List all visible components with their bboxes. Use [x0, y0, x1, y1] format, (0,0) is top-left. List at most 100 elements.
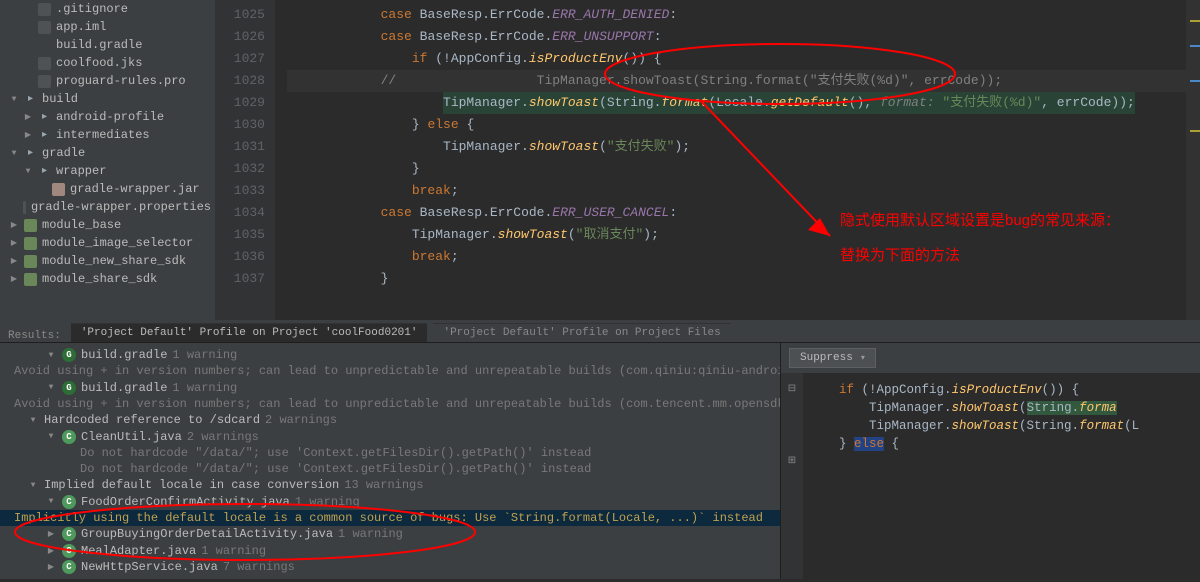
editor-error-stripe[interactable] — [1186, 0, 1200, 320]
code-line[interactable]: } — [287, 268, 1186, 290]
inspection-item[interactable]: Implied default locale in case conversio… — [0, 477, 780, 493]
inspection-item[interactable]: Do not hardcode "/data/"; use 'Context.g… — [0, 445, 780, 461]
code-line[interactable]: case BaseResp.ErrCode.ERR_USER_CANCEL: — [287, 202, 1186, 224]
inspection-preview-panel: Suppress ⊟ ⊞ if (!AppConfig.isProductEnv… — [780, 343, 1200, 579]
tree-item-label: proguard-rules.pro — [56, 74, 186, 88]
tree-item-label: app.iml — [56, 20, 106, 34]
tree-item-label: gradle-wrapper.properties — [31, 200, 211, 214]
tree-item-label: android-profile — [56, 110, 164, 124]
file-type-icon: C — [62, 495, 76, 509]
tree-item[interactable]: .gitignore — [0, 0, 215, 18]
folder-icon: ▸ — [24, 93, 37, 106]
code-line[interactable]: TipManager.showToast("取消支付"); — [287, 224, 1186, 246]
tree-item-label: gradle — [42, 146, 85, 160]
editor-code-area[interactable]: case BaseResp.ErrCode.ERR_AUTH_DENIED: c… — [275, 0, 1186, 320]
preview-gutter: ⊟ ⊞ — [781, 373, 803, 579]
tree-item[interactable]: gradle-wrapper.properties — [0, 198, 215, 216]
tree-item[interactable]: ▸ gradle — [0, 144, 215, 162]
code-line[interactable]: case BaseResp.ErrCode.ERR_UNSUPPORT: — [287, 26, 1186, 48]
code-line[interactable]: // TipManager.showToast(String.format("支… — [287, 70, 1186, 92]
results-label: Results: — [8, 330, 65, 342]
tree-item[interactable]: module_new_share_sdk — [0, 252, 215, 270]
warning-count: 13 warnings — [344, 478, 423, 492]
inspection-item-label: Hardcoded reference to /sdcard — [44, 413, 260, 427]
inspection-item[interactable]: Gbuild.gradle 1 warning — [0, 380, 780, 396]
file-type-icon: G — [62, 381, 76, 395]
inspection-item-label: build.gradle — [81, 381, 167, 395]
inspection-item[interactable]: CGroupBuyingOrderDetailActivity.java 1 w… — [0, 526, 780, 542]
tree-item[interactable]: proguard-rules.pro — [0, 72, 215, 90]
file-icon — [38, 57, 51, 70]
code-line[interactable]: } — [287, 158, 1186, 180]
file-icon — [38, 75, 51, 88]
code-line[interactable]: case BaseResp.ErrCode.ERR_AUTH_DENIED: — [287, 4, 1186, 26]
tree-item[interactable]: module_base — [0, 216, 215, 234]
inspection-item[interactable]: Gbuild.gradle 1 warning — [0, 347, 780, 363]
inspection-item[interactable]: Hardcoded reference to /sdcard 2 warning… — [0, 412, 780, 428]
tree-item[interactable]: app.iml — [0, 18, 215, 36]
suppress-button[interactable]: Suppress — [789, 348, 876, 368]
pkg-icon — [24, 273, 37, 286]
inspection-item[interactable]: Avoid using + in version numbers; can le… — [0, 363, 780, 379]
folder-icon: ▸ — [38, 129, 51, 142]
pkg-icon — [24, 219, 37, 232]
inspection-item-label: Do not hardcode "/data/"; use 'Context.g… — [80, 446, 591, 460]
tree-item-label: module_base — [42, 218, 121, 232]
inspection-item[interactable]: CMealAdapter.java 1 warning — [0, 542, 780, 558]
warning-count: 2 warnings — [187, 430, 259, 444]
file-icon — [23, 201, 26, 214]
inspection-tree[interactable]: Gbuild.gradle 1 warningAvoid using + in … — [0, 343, 780, 579]
tree-item[interactable]: ▸wrapper — [0, 162, 215, 180]
tree-item-label: .gitignore — [56, 2, 128, 16]
tree-item[interactable]: ▸build — [0, 90, 215, 108]
code-line[interactable]: if (!AppConfig.isProductEnv()) { — [287, 48, 1186, 70]
tree-item-label: module_image_selector — [42, 236, 193, 250]
file-icon — [38, 3, 51, 16]
warning-count: 1 warning — [172, 348, 237, 362]
inspection-item[interactable]: Do not hardcode "/data/"; use 'Context.g… — [0, 461, 780, 477]
code-line[interactable]: break; — [287, 246, 1186, 268]
preview-toolbar: Suppress — [781, 343, 1200, 373]
tree-item[interactable]: coolfood.jks — [0, 54, 215, 72]
project-tree[interactable]: .gitignore app.iml build.gradlecoolfood.jk… — [0, 0, 215, 320]
tree-item[interactable]: module_share_sdk — [0, 270, 215, 288]
inspection-item-label: MealAdapter.java — [81, 544, 196, 558]
inspection-item[interactable]: CCleanUtil.java 2 warnings — [0, 428, 780, 444]
file-icon — [38, 21, 51, 34]
tree-item[interactable]: gradle-wrapper.jar — [0, 180, 215, 198]
inspection-item-selected[interactable]: Implicitly using the default locale is a… — [0, 510, 780, 526]
folder-icon: ▸ — [38, 165, 51, 178]
code-line[interactable]: break; — [287, 180, 1186, 202]
preview-line[interactable]: } else { — [809, 435, 1200, 453]
code-line[interactable]: } else { — [287, 114, 1186, 136]
inspection-item-label: build.gradle — [81, 348, 167, 362]
tree-item-label: module_new_share_sdk — [42, 254, 186, 268]
code-line[interactable]: TipManager.showToast("支付失败"); — [287, 136, 1186, 158]
warning-count: 1 warning — [338, 527, 403, 541]
tree-item-label: intermediates — [56, 128, 150, 142]
warning-count: 1 warning — [295, 495, 360, 509]
tree-item[interactable]: ▸android-profile — [0, 108, 215, 126]
file-type-icon: C — [62, 430, 76, 444]
inspection-item[interactable]: CNewHttpService.java 7 warnings — [0, 559, 780, 575]
inspection-item[interactable]: CFoodOrderConfirmActivity.java 1 warning — [0, 494, 780, 510]
file-type-icon: G — [62, 348, 76, 362]
results-tab-project-files[interactable]: 'Project Default' Profile on Project Fil… — [433, 323, 730, 342]
tree-item-label: module_share_sdk — [42, 272, 157, 286]
tree-item[interactable]: ▸ intermediates — [0, 126, 215, 144]
preview-code-area[interactable]: if (!AppConfig.isProductEnv()) { TipMana… — [803, 373, 1200, 579]
code-editor[interactable]: 1025102610271028102910301031103210331034… — [215, 0, 1200, 320]
inspection-item[interactable]: Avoid using + in version numbers; can le… — [0, 396, 780, 412]
tree-item-label: gradle-wrapper.jar — [70, 182, 200, 196]
folder-icon: ▸ — [24, 147, 37, 160]
inspection-item-label: Do not hardcode "/data/"; use 'Context.g… — [80, 462, 591, 476]
tree-item[interactable]: module_image_selector — [0, 234, 215, 252]
tree-item[interactable]: build.gradle — [0, 36, 215, 54]
results-tab-current-project[interactable]: 'Project Default' Profile on Project 'co… — [71, 323, 428, 342]
preview-line[interactable]: TipManager.showToast(String.forma — [809, 399, 1200, 417]
inspection-item-label: NewHttpService.java — [81, 560, 218, 574]
preview-line[interactable]: if (!AppConfig.isProductEnv()) { — [809, 381, 1200, 399]
code-line[interactable]: TipManager.showToast(String.format(Local… — [287, 92, 1186, 114]
warning-count: 7 warnings — [223, 560, 295, 574]
preview-line[interactable]: TipManager.showToast(String.format(L — [809, 417, 1200, 435]
